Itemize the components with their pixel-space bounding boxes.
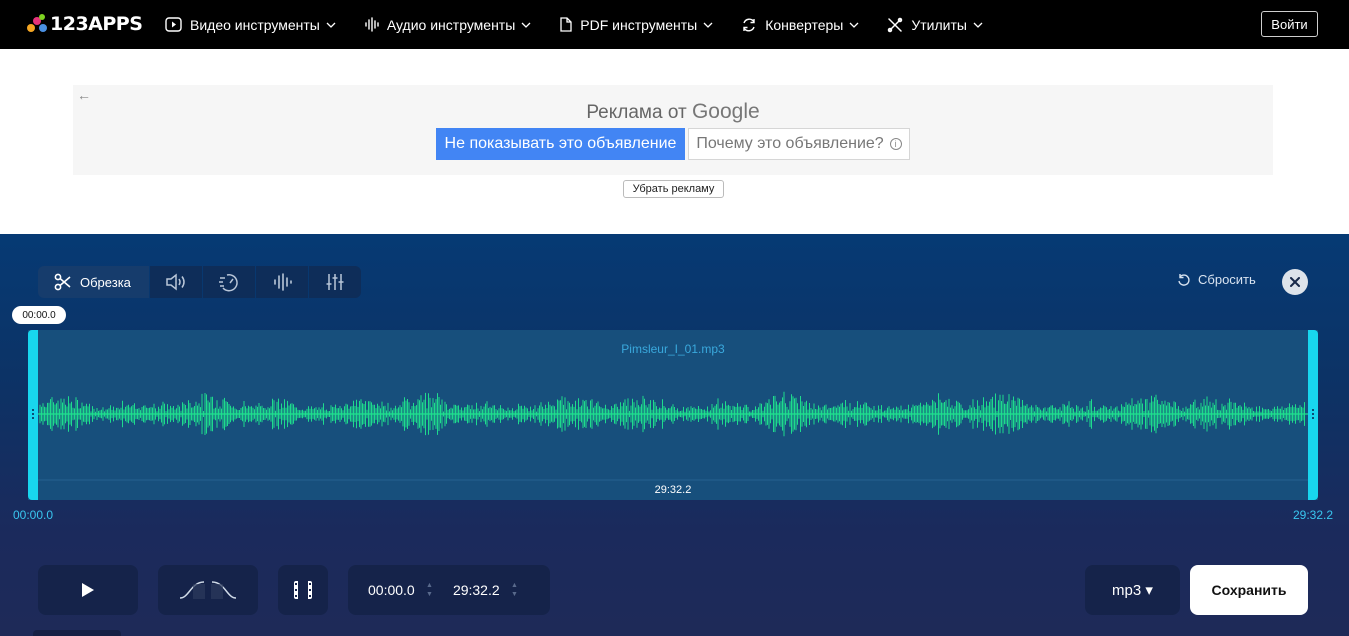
play-button[interactable] [38, 565, 138, 615]
trim-start-handle[interactable] [28, 330, 38, 500]
tool-mixer[interactable] [309, 266, 361, 298]
fade-out-button[interactable] [211, 579, 237, 601]
undo-icon [1178, 273, 1190, 286]
chevron-down-icon [326, 22, 336, 28]
tool-speed[interactable] [203, 266, 255, 298]
range-start-time: 00:00.0 [13, 508, 54, 522]
reset-button[interactable]: Сбросить [1177, 272, 1256, 287]
end-time-stepper[interactable]: ▲ ▼ [511, 581, 518, 599]
convert-cycle-icon [743, 18, 755, 31]
document-icon [560, 17, 572, 32]
why-this-ad-label: Почему это объявление? [696, 135, 884, 152]
audio-wave-icon [365, 17, 379, 32]
range-end-time: 29:32.2 [1293, 508, 1334, 522]
brand-logo[interactable]: 123APPS [27, 13, 143, 35]
audio-editor: Обрезка Сбросить 00:00.0 Pimsleur_I_01.m… [0, 234, 1349, 636]
tool-trim-label: Обрезка [80, 274, 131, 290]
end-time-input[interactable]: 29:32.2 [453, 582, 505, 598]
fade-in-button[interactable] [179, 579, 205, 601]
bottom-popup-edge [33, 630, 121, 636]
chevron-down-icon [521, 22, 531, 28]
step-up-icon[interactable]: ▲ [511, 581, 518, 590]
tools-icon [888, 17, 903, 32]
close-icon [1290, 277, 1300, 287]
reset-label: Сбросить [1198, 272, 1256, 287]
play-square-icon [165, 17, 182, 32]
start-time-input[interactable]: 00:00.0 [368, 582, 420, 598]
fade-in-icon [179, 581, 205, 599]
ad-title: Реклама от Google [73, 100, 1273, 124]
nav-item-converters[interactable]: Конвертеры [741, 17, 859, 33]
play-icon [82, 583, 94, 597]
info-icon: i [889, 138, 902, 150]
trim-end-handle[interactable] [1308, 330, 1318, 500]
nav-item-utilities[interactable]: Утилиты [887, 17, 983, 33]
nav-item-label: Аудио инструменты [386, 16, 516, 33]
brand-name: 123APPS [50, 13, 143, 35]
step-down-icon[interactable]: ▼ [426, 590, 433, 599]
fade-controls [158, 565, 258, 615]
step-down-icon[interactable]: ▼ [511, 590, 518, 599]
waveform-panel[interactable]: Pimsleur_I_01.mp3 29:32.2 [28, 330, 1318, 500]
login-button[interactable]: Войти [1261, 11, 1318, 37]
tool-equalizer[interactable] [256, 266, 308, 298]
top-nav-bar: 123APPS Видео инструменты Аудио инструме… [0, 0, 1349, 49]
main-nav: Видео инструменты Аудио инструменты PDF … [165, 0, 1011, 49]
logo-dots-icon [27, 14, 47, 34]
hide-ad-button[interactable]: Не показывать это объявление [436, 128, 685, 160]
save-button[interactable]: Сохранить [1190, 565, 1308, 615]
nav-item-pdf-tools[interactable]: PDF инструменты [559, 17, 713, 33]
trim-time-inputs: 00:00.0 ▲ ▼ 29:32.2 ▲ ▼ [348, 565, 550, 615]
nav-item-label: Утилиты [911, 16, 967, 33]
equalizer-wave-icon [274, 273, 292, 291]
sliders-icon [326, 274, 344, 290]
start-time-stepper[interactable]: ▲ ▼ [426, 581, 433, 599]
film-strip-icon [294, 581, 312, 599]
why-this-ad-button[interactable]: Почему это объявление? i [688, 128, 910, 160]
nav-item-video-tools[interactable]: Видео инструменты [165, 17, 336, 33]
remove-ads-button[interactable]: Убрать рекламу [623, 180, 724, 198]
ad-box: ← Реклама от Google Не показывать это об… [73, 85, 1273, 175]
ad-section: ← Реклама от Google Не показывать это об… [0, 49, 1349, 234]
selection-duration: 29:32.2 [654, 484, 692, 496]
format-select[interactable]: mp3 ▾ [1085, 565, 1180, 615]
tool-volume[interactable] [150, 266, 202, 298]
chevron-down-icon [849, 22, 859, 28]
tool-trim[interactable]: Обрезка [38, 266, 149, 298]
cursor-time-bubble: 00:00.0 [12, 306, 66, 324]
nav-item-label: PDF инструменты [580, 16, 698, 33]
google-wordmark: Google [691, 100, 760, 123]
step-up-icon[interactable]: ▲ [426, 581, 433, 590]
nav-item-label: Конвертеры [765, 16, 844, 33]
volume-icon [166, 273, 185, 291]
chevron-down-icon [973, 22, 983, 28]
close-button[interactable] [1282, 269, 1308, 295]
scissors-icon [54, 273, 71, 291]
nav-item-label: Видео инструменты [190, 16, 320, 33]
file-name: Pimsleur_I_01.mp3 [621, 342, 725, 356]
editor-toolbar: Обрезка [38, 266, 362, 298]
ad-title-prefix: Реклама от [586, 102, 687, 123]
nav-item-audio-tools[interactable]: Аудио инструменты [364, 17, 531, 33]
fade-out-icon [211, 581, 237, 599]
speed-icon [219, 273, 238, 292]
chevron-down-icon [703, 22, 713, 28]
video-mode-button[interactable] [278, 565, 328, 615]
